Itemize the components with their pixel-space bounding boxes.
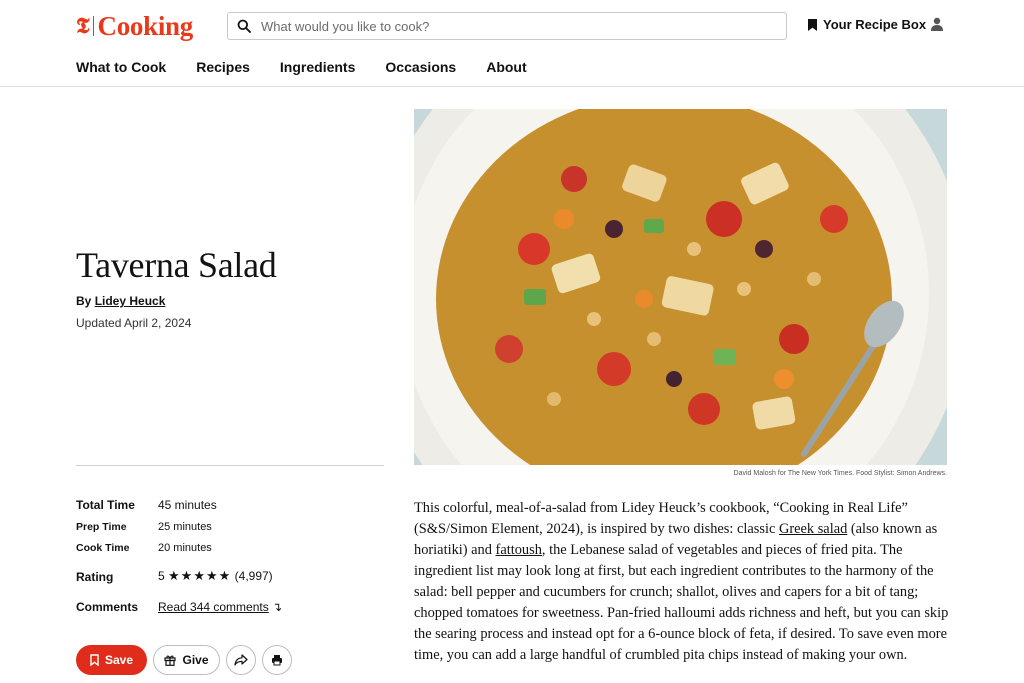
- nav-ingredients[interactable]: Ingredients: [280, 59, 355, 75]
- nav-what-to-cook[interactable]: What to Cook: [76, 59, 166, 75]
- updated-date: Updated April 2, 2024: [76, 316, 192, 330]
- bookmark-icon: [90, 654, 99, 666]
- cook-time-value: 20 minutes: [158, 542, 212, 554]
- logo-wordmark: Cooking: [97, 10, 194, 41]
- rating-label: Rating: [76, 570, 114, 584]
- recipe-box-link[interactable]: Your Recipe Box: [808, 17, 926, 32]
- rating-count: (4,997): [234, 569, 273, 583]
- printer-icon: [272, 655, 282, 666]
- save-label: Save: [104, 653, 134, 667]
- read-comments-link[interactable]: Read 344 comments: [158, 600, 269, 614]
- nyt-t-icon: 𝕿: [76, 13, 90, 39]
- photo-credit: David Malosh for The New York Times. Foo…: [733, 470, 947, 477]
- prep-time-label: Prep Time: [76, 521, 127, 533]
- recipe-box-label: Your Recipe Box: [823, 17, 927, 32]
- rating[interactable]: 5 ★★★★★ (4,997): [158, 569, 273, 584]
- share-arrow-icon: [234, 654, 248, 666]
- greek-salad-link[interactable]: Greek salad: [779, 521, 847, 537]
- prep-time-value: 25 minutes: [158, 521, 212, 533]
- star-rating-icons: ★★★★★: [168, 569, 232, 584]
- total-time-value: 45 minutes: [158, 498, 217, 512]
- give-button[interactable]: Give: [153, 645, 220, 675]
- nav-about[interactable]: About: [486, 59, 526, 75]
- recipe-description: This colorful, meal-of-a-salad from Lide…: [414, 498, 950, 666]
- user-icon: [931, 17, 943, 31]
- nyt-cooking-logo[interactable]: 𝕿 Cooking: [76, 10, 193, 42]
- section-divider: [76, 465, 384, 466]
- site-header: 𝕿 Cooking Your Recipe Box What to Cook R…: [0, 0, 1024, 87]
- cook-time-label: Cook Time: [76, 542, 130, 554]
- salad-bowl-illustration: [414, 109, 947, 465]
- search-icon: [237, 19, 251, 33]
- arrow-down-icon: ↴: [272, 600, 283, 614]
- print-button[interactable]: [262, 645, 292, 675]
- account-button[interactable]: [930, 17, 944, 36]
- byline-prefix: By: [76, 294, 92, 308]
- nav-recipes[interactable]: Recipes: [196, 59, 250, 75]
- give-label: Give: [182, 653, 209, 667]
- bookmark-icon: [808, 18, 817, 31]
- gift-icon: [164, 655, 177, 666]
- author-link[interactable]: Lidey Heuck: [95, 294, 166, 308]
- search-input[interactable]: [259, 13, 786, 39]
- nav-occasions[interactable]: Occasions: [385, 59, 456, 75]
- byline: By Lidey Heuck: [76, 294, 165, 308]
- rating-value: 5: [158, 569, 165, 583]
- comments-link-wrap[interactable]: Read 344 comments ↴: [158, 600, 282, 614]
- main-nav: What to Cook Recipes Ingredients Occasio…: [76, 59, 557, 75]
- logo-divider: [92, 16, 94, 36]
- fattoush-link[interactable]: fattoush: [496, 542, 542, 558]
- total-time-label: Total Time: [76, 498, 135, 512]
- recipe-photo: [414, 109, 947, 465]
- comments-label: Comments: [76, 600, 139, 614]
- search-bar[interactable]: [227, 12, 787, 40]
- save-button[interactable]: Save: [76, 645, 147, 675]
- recipe-title: Taverna Salad: [76, 245, 277, 285]
- description-text: , the Lebanese salad of vegetables and p…: [414, 542, 949, 663]
- share-button[interactable]: [226, 645, 256, 675]
